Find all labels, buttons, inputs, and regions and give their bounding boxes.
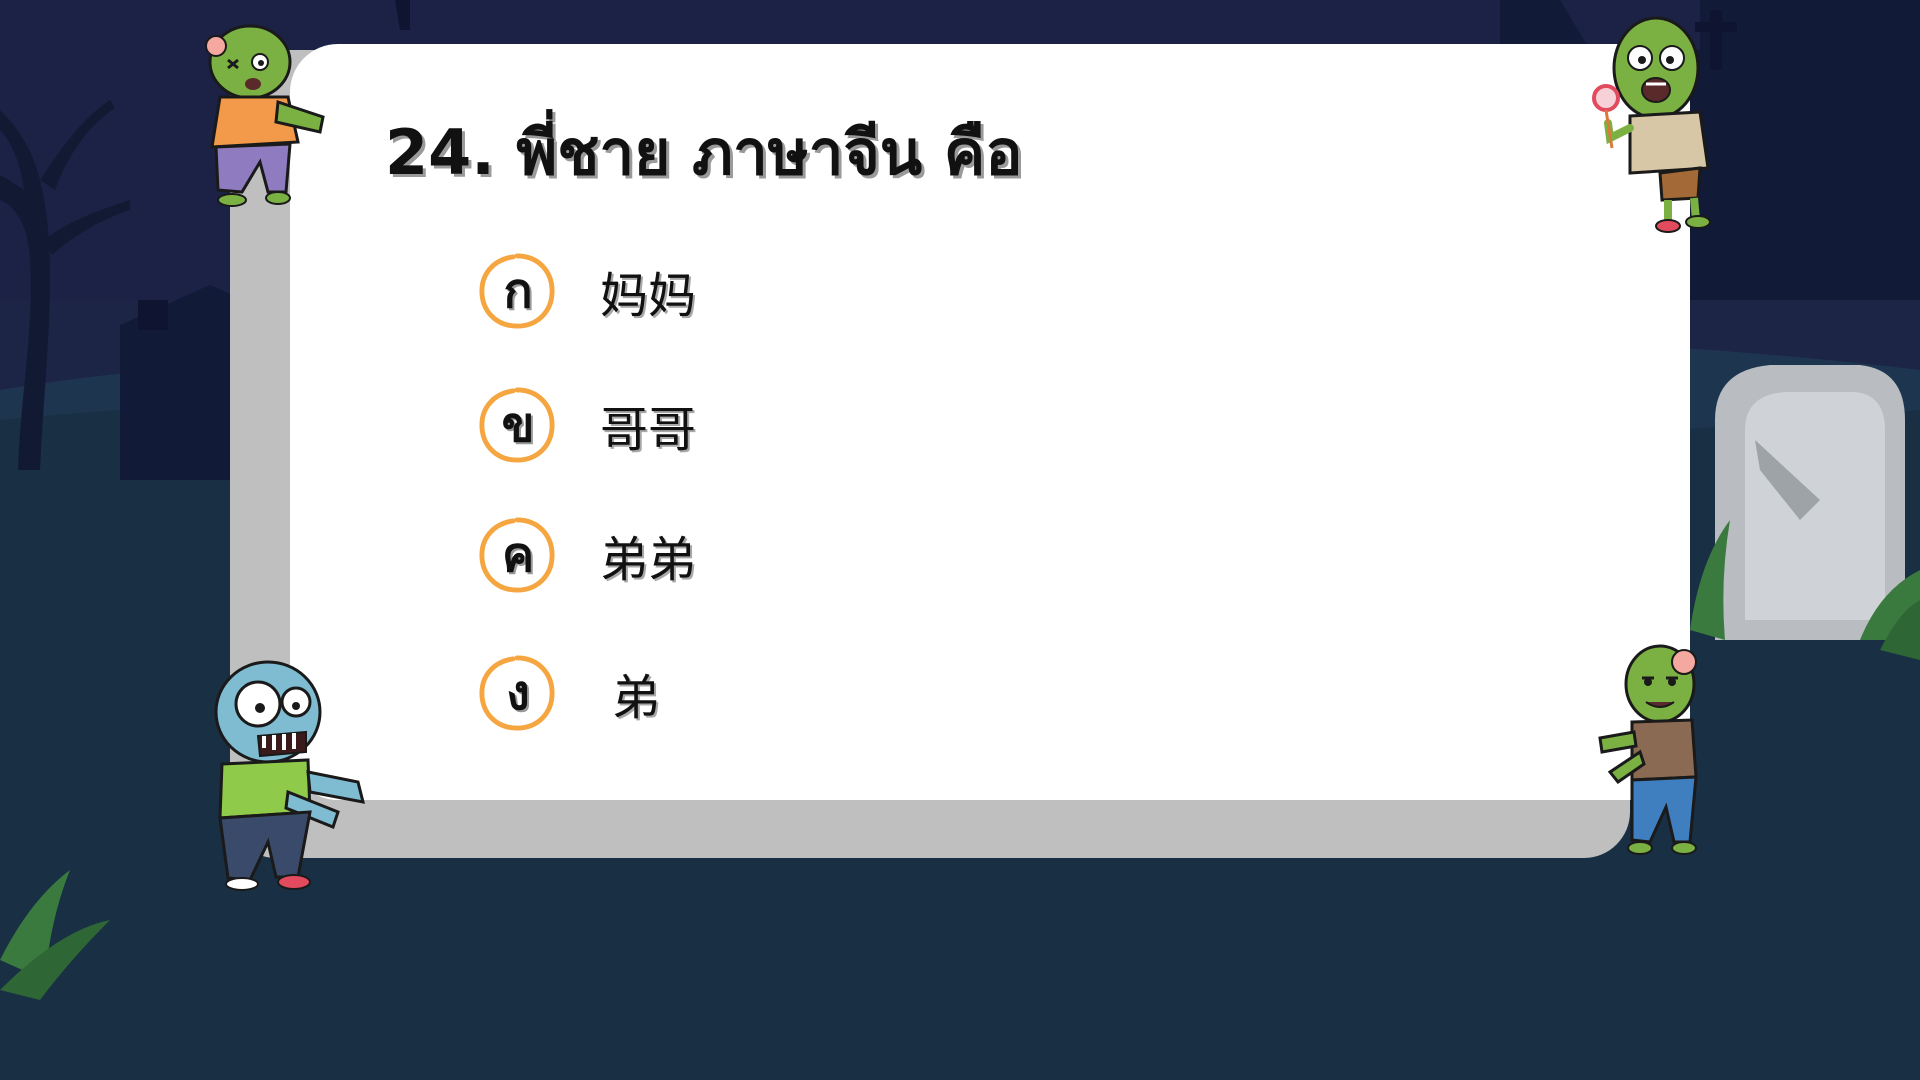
zombie-brown-shirt-icon [1598, 644, 1698, 855]
option-text: 弟弟 [600, 532, 697, 588]
zombie-blue-big-eyes-icon [214, 660, 366, 891]
option-a[interactable]: ก 妈妈 [470, 246, 1070, 342]
option-letter: ก [503, 263, 533, 319]
question-title: 24. พี่ชาย ภาษาจีน คือ [385, 116, 1023, 189]
option-b[interactable]: ข 哥哥 [470, 380, 1070, 476]
option-letter: ง [506, 665, 530, 721]
option-text: 妈妈 [600, 268, 697, 324]
option-text: 弟 [612, 670, 661, 726]
option-text: 哥哥 [600, 402, 697, 458]
zombie-lollipop-icon [1592, 16, 1711, 233]
quiz-slide: 24. พี่ชาย ภาษาจีน คือ ก 妈妈 ข 哥哥 ค 弟弟 ง … [0, 0, 1920, 1080]
option-letter: ค [501, 527, 535, 583]
option-d[interactable]: ง 弟 [470, 648, 1070, 744]
option-c[interactable]: ค 弟弟 [470, 510, 1070, 606]
option-letter: ข [501, 397, 535, 453]
zombie-orange-shirt-icon [205, 24, 325, 207]
